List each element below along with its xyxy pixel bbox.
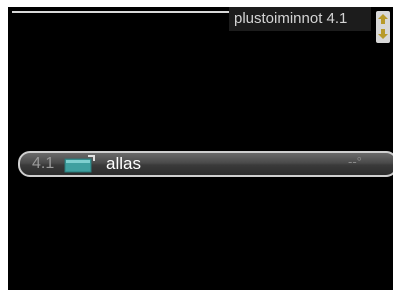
scroll-indicator[interactable] <box>376 11 390 43</box>
menu-title: plustoiminnot 4.1 <box>229 7 371 31</box>
scroll-up-arrow-icon <box>378 14 388 24</box>
menu-item-label: allas <box>106 154 141 173</box>
menu-item-pool[interactable]: 4.1 allas --° <box>18 151 393 177</box>
scroll-down-arrow-icon <box>378 29 388 39</box>
header-divider <box>12 11 230 13</box>
menu-item-value: --° <box>348 154 362 169</box>
menu-item-number: 4.1 <box>32 155 55 172</box>
display-screen: plustoiminnot 4.1 4.1 allas --° <box>8 7 393 290</box>
pool-icon <box>64 155 95 173</box>
